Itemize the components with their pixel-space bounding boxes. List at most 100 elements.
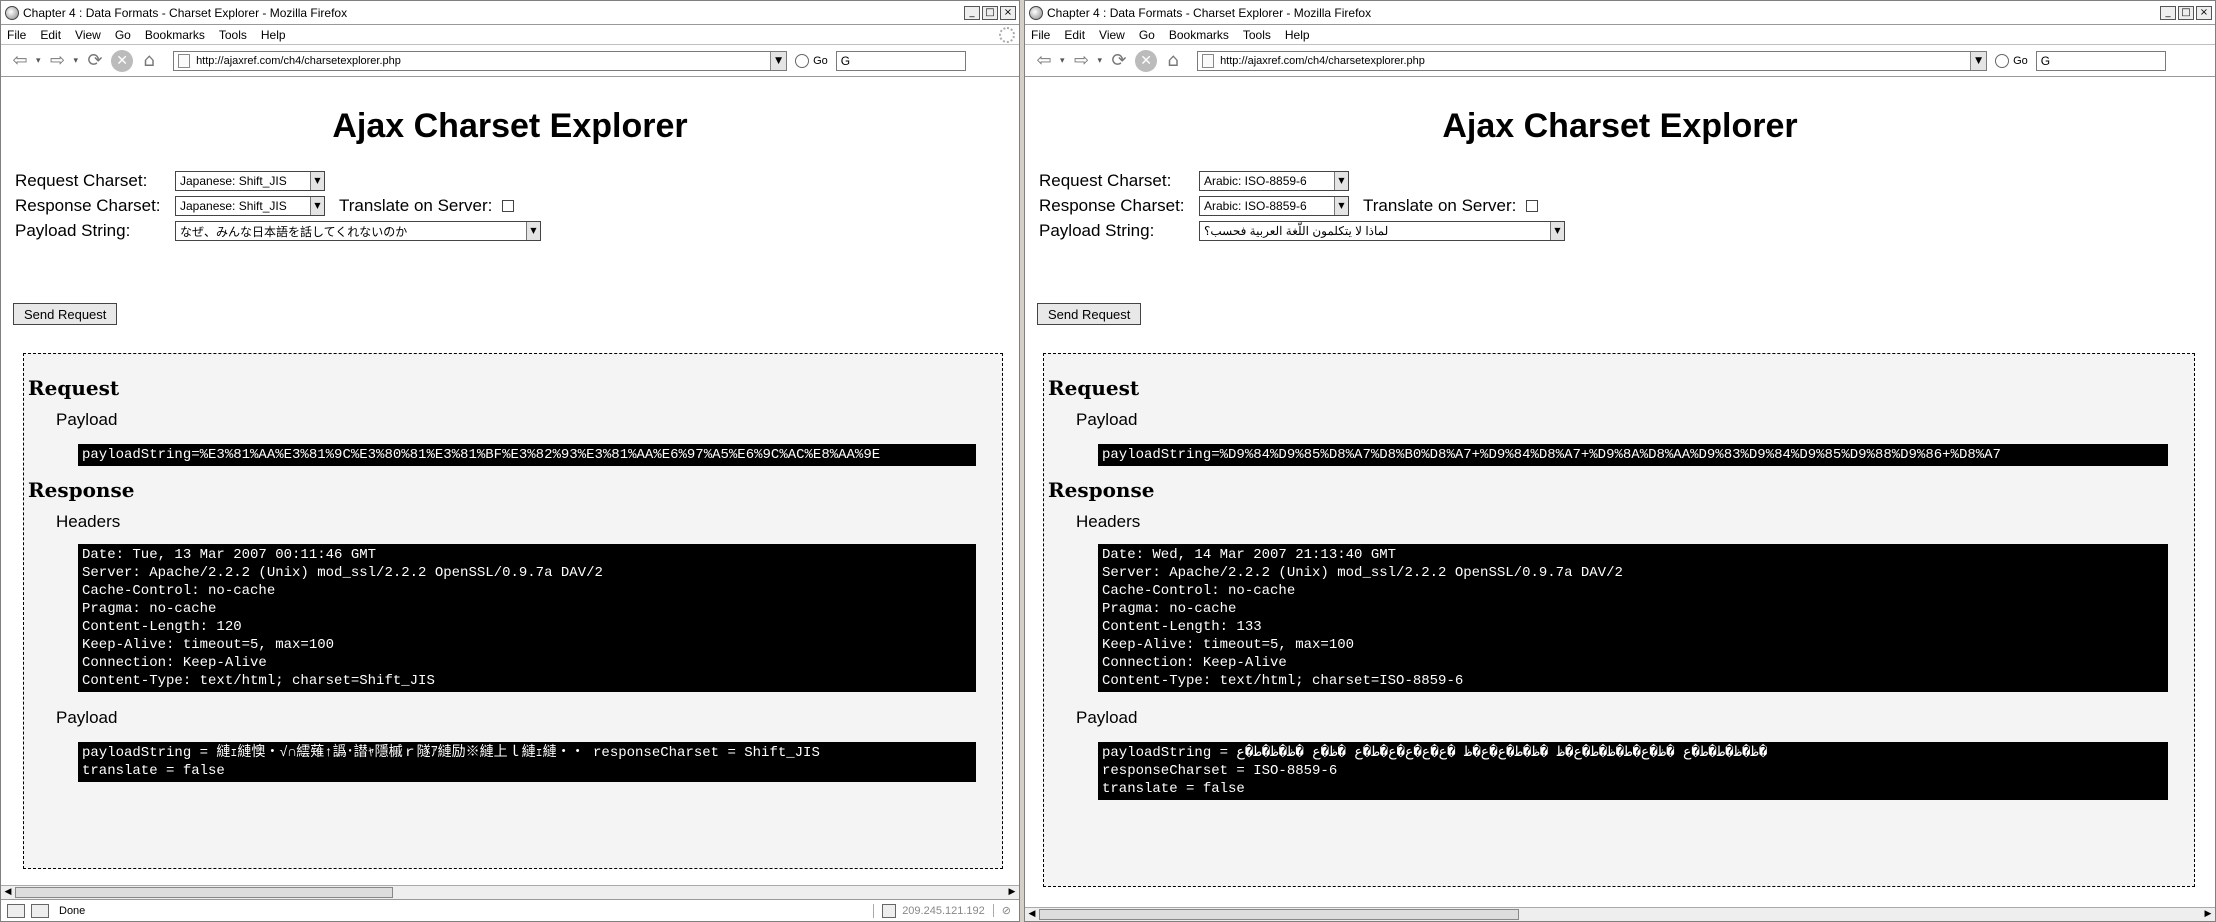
translate-checkbox[interactable]: [502, 200, 515, 212]
navigation-toolbar: ⇦ ▾ ⇨ ▾ ⟳ ✕ ⌂ http://ajaxref.com/ch4/chars…: [1025, 45, 2215, 77]
back-icon[interactable]: ⇦: [1031, 48, 1057, 74]
stop-icon[interactable]: ✕: [1135, 49, 1158, 72]
request-charset-value: Japanese: Shift_JIS: [180, 174, 287, 188]
search-input[interactable]: G: [835, 50, 966, 71]
browser-window-right: Chapter 4 : Data Formats - Charset Explo…: [1024, 0, 2216, 922]
navigation-toolbar: ⇦ ▾ ⇨ ▾ ⟳ ✕ ⌂ http://ajaxref.com/ch4/chars…: [1, 45, 1019, 77]
menu-bar: File Edit View Go Bookmarks Tools Help: [1025, 25, 2215, 45]
page-title: Ajax Charset Explorer: [1442, 107, 1798, 145]
forward-icon[interactable]: ⇨: [45, 48, 71, 74]
url-bar[interactable]: http://ajaxref.com/ch4/charsetexplorer.p…: [173, 50, 788, 71]
scroll-right-icon[interactable]: ▶: [2201, 908, 2215, 921]
menu-edit[interactable]: Edit: [1064, 28, 1085, 42]
translate-label: Translate on Server:: [339, 196, 493, 215]
menu-view[interactable]: View: [75, 28, 101, 42]
close-button[interactable]: ×: [2196, 5, 2212, 20]
menu-view[interactable]: View: [1099, 28, 1125, 42]
url-text: http://ajaxref.com/ch4/charsetexplorer.p…: [196, 54, 401, 67]
reload-icon[interactable]: ⟳: [82, 48, 108, 74]
forward-dropdown-icon[interactable]: ▾: [1098, 56, 1103, 66]
go-icon: [795, 53, 810, 68]
go-label: Go: [2013, 54, 2028, 67]
chevron-down-icon: ▼: [526, 222, 540, 240]
menu-help[interactable]: Help: [261, 28, 286, 42]
request-charset-label: Request Charset:: [15, 171, 148, 190]
scroll-right-icon[interactable]: ▶: [1005, 886, 1019, 899]
firefox-icon: [1029, 5, 1043, 20]
home-icon[interactable]: ⌂: [1160, 48, 1186, 74]
search-input[interactable]: G: [2035, 50, 2166, 71]
url-dropdown-icon[interactable]: ▼: [770, 51, 787, 70]
menu-help[interactable]: Help: [1285, 28, 1310, 42]
lock-icon: [882, 903, 897, 918]
chevron-down-icon: ▼: [310, 197, 324, 215]
scrollbar-thumb[interactable]: [15, 887, 393, 898]
request-payload-heading: Payload: [1076, 410, 1138, 429]
menu-bookmarks[interactable]: Bookmarks: [145, 28, 205, 42]
title-bar: Chapter 4 : Data Formats - Charset Explo…: [1, 1, 1019, 25]
send-request-button[interactable]: Send Request: [13, 303, 118, 325]
status-text: Done: [59, 904, 86, 917]
back-icon[interactable]: ⇦: [7, 48, 33, 74]
go-button[interactable]: Go: [1995, 53, 2028, 68]
response-heading: Response: [1048, 478, 1155, 502]
payload-string-select[interactable]: لماذا لا يتكلمون اللّغة العربية فحسب؟ ▼: [1199, 221, 1565, 241]
send-request-button[interactable]: Send Request: [1037, 303, 1142, 325]
scroll-left-icon[interactable]: ◀: [1025, 908, 1039, 921]
reload-icon[interactable]: ⟳: [1106, 48, 1132, 74]
results-panel: Request Payload payloadString=%E3%81%AA%…: [23, 353, 1003, 869]
menu-edit[interactable]: Edit: [40, 28, 61, 42]
maximize-button[interactable]: □: [2178, 5, 2194, 20]
response-heading: Response: [28, 478, 135, 502]
menu-file[interactable]: File: [7, 28, 26, 42]
results-panel: Request Payload payloadString=%D9%84%D9%…: [1043, 353, 2195, 887]
request-heading: Request: [1048, 376, 1140, 400]
home-icon[interactable]: ⌂: [136, 48, 162, 74]
menu-go[interactable]: Go: [1139, 28, 1155, 42]
payload-string-value: لماذا لا يتكلمون اللّغة العربية فحسب؟: [1204, 224, 1389, 238]
headers-heading: Headers: [56, 512, 121, 531]
payload-string-label: Payload String:: [15, 221, 131, 240]
response-charset-select[interactable]: Japanese: Shift_JIS ▼: [175, 196, 325, 216]
chevron-down-icon: ▼: [1334, 197, 1348, 215]
request-charset-select[interactable]: Japanese: Shift_JIS ▼: [175, 171, 325, 191]
response-payload-box: payloadString = ظ�ظ�ط�ط�ع �ظ�ع�ط�ظ�ط�ع�ظ…: [1098, 742, 2168, 800]
chevron-down-icon: ▼: [310, 172, 324, 190]
close-button[interactable]: ×: [1000, 5, 1016, 20]
translate-label: Translate on Server:: [1363, 196, 1517, 215]
back-dropdown-icon[interactable]: ▾: [1060, 56, 1065, 66]
minimize-button[interactable]: _: [2160, 5, 2176, 20]
menu-go[interactable]: Go: [115, 28, 131, 42]
menu-bar: File Edit View Go Bookmarks Tools Help: [1, 25, 1019, 45]
response-charset-value: Arabic: ISO-8859-6: [1204, 199, 1307, 213]
translate-checkbox[interactable]: [1526, 200, 1539, 212]
response-charset-select[interactable]: Arabic: ISO-8859-6 ▼: [1199, 196, 1349, 216]
menu-tools[interactable]: Tools: [1243, 28, 1271, 42]
payload-string-select[interactable]: なぜ、みんな日本語を話してくれないのか ▼: [175, 221, 541, 241]
back-dropdown-icon[interactable]: ▾: [36, 56, 41, 66]
maximize-button[interactable]: □: [982, 5, 998, 20]
minimize-button[interactable]: _: [964, 5, 980, 20]
horizontal-scrollbar[interactable]: ◀ ▶: [1, 885, 1019, 899]
forward-icon[interactable]: ⇨: [1069, 48, 1095, 74]
horizontal-scrollbar[interactable]: ◀ ▶: [1025, 907, 2215, 921]
scrollbar-thumb[interactable]: [1039, 909, 1519, 920]
response-headers-box: Date: Wed, 14 Mar 2007 21:13:40 GMT Serv…: [1098, 544, 2168, 692]
page-icon: [1202, 53, 1215, 68]
url-bar[interactable]: http://ajaxref.com/ch4/charsetexplorer.p…: [1197, 50, 1988, 71]
url-dropdown-icon[interactable]: ▼: [1970, 51, 1987, 70]
payload-string-value: なぜ、みんな日本語を話してくれないのか: [180, 224, 408, 239]
stop-icon[interactable]: ✕: [111, 49, 134, 72]
request-payload-heading: Payload: [56, 410, 118, 429]
scroll-left-icon[interactable]: ◀: [1, 886, 15, 899]
go-button[interactable]: Go: [795, 53, 828, 68]
request-charset-select[interactable]: Arabic: ISO-8859-6 ▼: [1199, 171, 1349, 191]
menu-tools[interactable]: Tools: [219, 28, 247, 42]
title-bar: Chapter 4 : Data Formats - Charset Explo…: [1025, 1, 2215, 25]
status-ip: 209.245.121.192: [873, 903, 993, 918]
menu-file[interactable]: File: [1031, 28, 1050, 42]
forward-dropdown-icon[interactable]: ▾: [74, 56, 79, 66]
page-content: Ajax Charset Explorer Request Charset: J…: [1, 79, 1019, 921]
request-payload-box: payloadString=%E3%81%AA%E3%81%9C%E3%80%8…: [78, 444, 976, 466]
menu-bookmarks[interactable]: Bookmarks: [1169, 28, 1229, 42]
